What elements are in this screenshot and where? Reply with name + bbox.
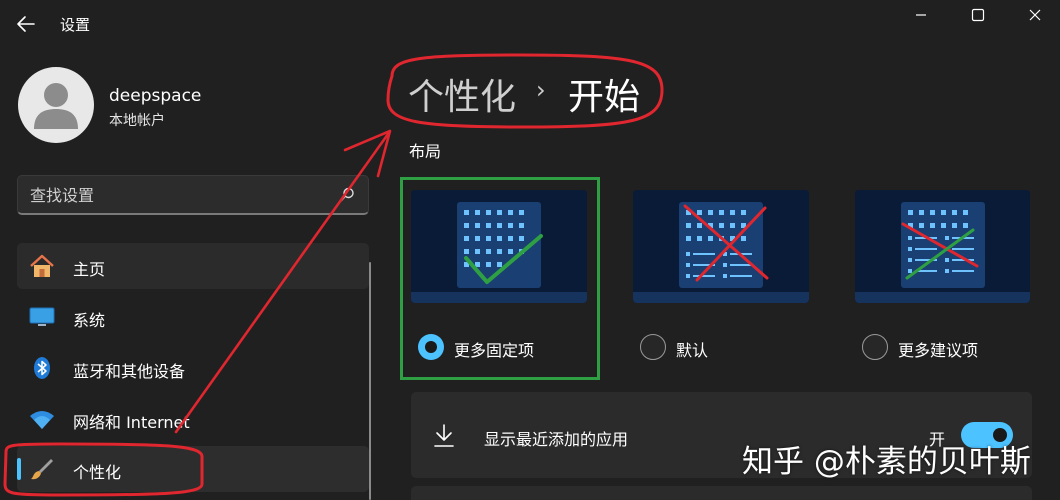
setting-row-next[interactable]	[411, 486, 1032, 500]
download-icon	[434, 424, 454, 447]
sidebar-item-network[interactable]: 网络和 Internet	[17, 396, 369, 442]
brush-icon	[31, 459, 53, 480]
sidebar-item-personalization[interactable]: 个性化	[17, 446, 369, 492]
search-box[interactable]	[17, 175, 369, 215]
start-menu-preview	[633, 190, 809, 303]
sidebar-item-system[interactable]: 系统	[17, 294, 369, 340]
layout-section-title: 布局	[409, 142, 442, 161]
watermark: 知乎 @朴素的贝叶斯	[742, 444, 1031, 480]
account-type: 本地帐户	[109, 113, 165, 129]
breadcrumb-parent[interactable]: 个性化	[408, 68, 516, 120]
user-name: deepspace	[109, 86, 202, 106]
wifi-icon	[30, 411, 54, 429]
selected-indicator	[17, 458, 21, 480]
start-menu-preview	[855, 190, 1030, 303]
arrow-left-icon	[17, 16, 35, 32]
sidebar-item-label: 系统	[73, 311, 106, 330]
red-arrowhead-annotation	[343, 129, 392, 178]
home-icon	[30, 254, 54, 277]
back-button[interactable]	[14, 12, 38, 36]
app-title: 设置	[60, 16, 91, 34]
radio-button[interactable]	[862, 334, 888, 360]
minimize-icon	[916, 14, 926, 16]
bluetooth-icon	[34, 357, 50, 379]
sidebar-item-label: 网络和 Internet	[73, 413, 190, 432]
maximize-button[interactable]	[965, 2, 991, 28]
close-icon	[1029, 9, 1041, 21]
minimize-button[interactable]	[908, 2, 934, 28]
search-icon[interactable]	[338, 186, 356, 204]
radio-label: 更多建议项	[898, 341, 979, 360]
radio-button[interactable]	[640, 334, 666, 360]
sidebar-item-label: 主页	[73, 260, 106, 279]
close-button[interactable]	[1022, 2, 1048, 28]
layout-preview-default[interactable]	[633, 190, 809, 303]
monitor-icon	[29, 307, 55, 326]
page-title: 开始	[568, 77, 641, 118]
sidebar-scrollbar[interactable]	[369, 262, 371, 500]
layout-preview-more-recommendations[interactable]	[855, 190, 1030, 303]
sidebar-item-bluetooth[interactable]: 蓝牙和其他设备	[17, 345, 369, 391]
sidebar-item-label: 个性化	[73, 463, 122, 482]
sidebar-item-label: 蓝牙和其他设备	[73, 362, 186, 381]
title-bar: 设置	[0, 0, 1060, 48]
radio-label: 默认	[676, 341, 709, 360]
maximize-icon	[971, 8, 985, 22]
start-menu-preview	[411, 190, 587, 303]
avatar[interactable]	[18, 67, 94, 143]
radio-label: 更多固定项	[454, 341, 535, 360]
search-input[interactable]	[30, 184, 330, 206]
radio-button-selected[interactable]	[418, 334, 444, 360]
sidebar-item-home[interactable]: 主页	[17, 243, 369, 289]
breadcrumb-separator: ›	[536, 76, 546, 104]
setting-label: 显示最近添加的应用	[484, 430, 629, 449]
layout-preview-more-pins[interactable]	[411, 190, 587, 303]
user-silhouette-icon	[34, 83, 78, 129]
